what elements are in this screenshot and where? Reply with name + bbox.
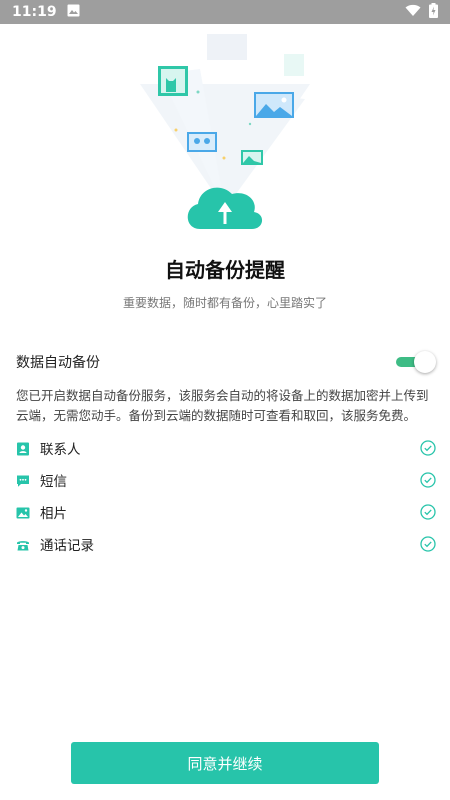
status-right bbox=[405, 2, 438, 22]
list-item-label: 短信 bbox=[40, 474, 67, 490]
list-item-photos: 相片 bbox=[16, 496, 436, 528]
agree-continue-button[interactable]: 同意并继续 bbox=[71, 742, 379, 784]
contacts-icon bbox=[16, 441, 30, 456]
backup-description: 您已开启数据自动备份服务，该服务会自动的将设备上的数据加密并上传到云端，无需您动… bbox=[16, 388, 429, 423]
status-bar: 11:19 bbox=[0, 0, 450, 24]
list-item-sms: 短信 bbox=[16, 464, 436, 496]
photo-icon bbox=[16, 505, 30, 519]
auto-backup-row: 数据自动备份 bbox=[16, 348, 436, 376]
list-item-label: 联系人 bbox=[40, 442, 81, 458]
sms-icon bbox=[16, 473, 30, 487]
check-circle-icon bbox=[420, 504, 436, 520]
phone-icon bbox=[16, 537, 30, 551]
hero-illustration bbox=[0, 24, 450, 244]
list-item-contacts: 联系人 bbox=[16, 432, 436, 464]
page-title: 自动备份提醒 bbox=[165, 258, 285, 282]
wifi-icon bbox=[405, 4, 421, 21]
check-circle-icon bbox=[420, 536, 436, 552]
battery-charging-icon bbox=[429, 2, 438, 22]
check-circle-icon bbox=[420, 440, 436, 456]
image-icon bbox=[67, 4, 80, 21]
auto-backup-toggle[interactable] bbox=[396, 351, 436, 373]
list-item-call-log: 通话记录 bbox=[16, 528, 436, 560]
check-circle-icon bbox=[420, 472, 436, 488]
toggle-thumb bbox=[414, 351, 436, 373]
auto-backup-label: 数据自动备份 bbox=[16, 355, 100, 371]
backup-item-list: 联系人 短信 相片 通话记录 bbox=[16, 432, 436, 560]
status-time: 11:19 bbox=[12, 4, 57, 20]
status-left: 11:19 bbox=[12, 4, 80, 21]
page-subtitle: 重要数据，随时都有备份，心里踏实了 bbox=[122, 296, 327, 310]
list-item-label: 相片 bbox=[40, 506, 67, 522]
list-item-label: 通话记录 bbox=[40, 538, 94, 554]
